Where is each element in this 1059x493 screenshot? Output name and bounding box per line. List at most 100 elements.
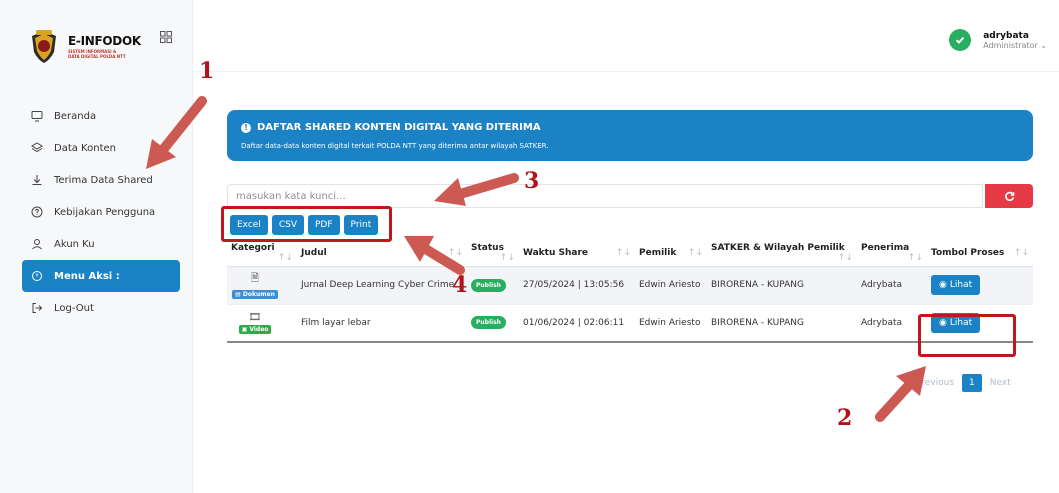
print-button[interactable]: Print — [343, 215, 379, 235]
eye-icon: ◉ — [939, 317, 947, 328]
sidebar-item-label: Kebijakan Pengguna — [54, 206, 156, 218]
cell-satker: BIRORENA - KUPANG — [707, 266, 857, 305]
category-badge: ▤ Dokumen — [232, 290, 278, 299]
column-label: Tombol Proses — [931, 247, 1005, 258]
sidebar-item-beranda[interactable]: Beranda — [22, 100, 180, 132]
column-label: Kategori — [231, 242, 275, 253]
info-icon: ! — [241, 122, 251, 133]
table-header-row: Kategori ↑↓ Judul ↑↓ Status ↑↓ Waktu Share ↑… — [227, 240, 1033, 267]
search-input[interactable] — [227, 184, 983, 208]
pagination-next[interactable]: Next — [982, 374, 1019, 392]
column-label: Penerima — [861, 242, 910, 253]
column-label: Judul — [301, 247, 327, 258]
sidebar-item-data-konten[interactable]: Data Konten — [22, 132, 180, 164]
col-status[interactable]: Status ↑↓ — [467, 240, 519, 267]
sidebar-item-log-out[interactable]: Log-Out — [22, 292, 180, 324]
verified-check-icon — [949, 29, 972, 51]
user-info: adrybata Administrator ⌄ — [983, 31, 1047, 50]
refresh-button[interactable] — [985, 184, 1033, 208]
sidebar-item-label: Beranda — [54, 110, 97, 122]
pagination-previous[interactable]: Previous — [908, 374, 962, 392]
sidebar-item-terima-data-shared[interactable]: Terima Data Shared — [22, 164, 180, 196]
col-kategori[interactable]: Kategori ↑↓ — [227, 240, 297, 267]
user-role: Administrator ⌄ — [983, 41, 1047, 50]
logout-icon — [30, 301, 44, 315]
download-icon — [30, 173, 44, 187]
user-role-label: Administrator — [983, 40, 1038, 50]
table-row: 🎞 ▣ Video Film layar lebar Publish 01/06… — [227, 304, 1033, 343]
category-badge: ▣ Video — [238, 324, 272, 334]
cell-judul: Jurnal Deep Learning Cyber Crime — [297, 266, 467, 305]
column-label: Waktu Share — [523, 247, 589, 258]
user-icon — [30, 237, 44, 251]
view-button-label: Lihat — [949, 280, 973, 290]
user-menu[interactable]: adrybata Administrator ⌄ — [949, 29, 1047, 51]
view-button[interactable]: ◉ Lihat — [931, 312, 981, 333]
app-root: E-INFODOK SISTEM INFORMASI & DATA DIGITA… — [0, 0, 1059, 493]
refresh-icon — [1004, 191, 1014, 201]
export-csv-button[interactable]: CSV — [271, 215, 304, 235]
film-icon: ▣ — [241, 325, 248, 333]
eye-icon: ◉ — [939, 280, 947, 290]
pagination-page[interactable]: 1 — [962, 374, 982, 392]
export-buttons: Excel CSV PDF Print — [230, 215, 379, 235]
pagination: Previous 1 Next — [908, 374, 1019, 392]
sidebar: E-INFODOK SISTEM INFORMASI & DATA DIGITA… — [0, 0, 193, 493]
sidebar-item-label: Data Konten — [54, 142, 116, 154]
category-label: Video — [249, 325, 269, 333]
sidebar-menu: Beranda Data Konten Terima Data Shared K… — [22, 100, 180, 324]
sidebar-item-kebijakan-pengguna[interactable]: Kebijakan Pengguna — [22, 196, 180, 228]
sort-icon: ↑↓ — [447, 247, 463, 258]
grid-menu-icon[interactable] — [160, 31, 172, 43]
cell-waktu-share: 27/05/2024 | 13:05:56 — [519, 266, 635, 305]
sort-icon: ↑↓ — [907, 252, 923, 263]
sidebar-item-label: Terima Data Shared — [54, 174, 153, 186]
sort-icon: ↑↓ — [837, 252, 853, 263]
col-penerima[interactable]: Penerima ↑↓ — [857, 240, 927, 267]
cell-penerima: Adrybata — [857, 266, 927, 305]
col-pemilik[interactable]: Pemilik ↑↓ — [635, 240, 707, 267]
export-pdf-button[interactable]: PDF — [308, 215, 340, 235]
cell-tombol-proses: ◉ Lihat — [927, 266, 1033, 305]
category-label: Dokumen — [242, 291, 275, 298]
cell-kategori: 🎞 ▣ Video — [227, 304, 297, 343]
sidebar-item-akun-ku[interactable]: Akun Ku — [22, 228, 180, 260]
annotation-number-3: 3 — [524, 168, 540, 194]
status-badge: Publish — [471, 278, 506, 292]
sidebar-item-label: Menu Aksi : — [54, 270, 120, 282]
film-icon: 🎞 — [248, 311, 262, 323]
category-cell: 🎞 ▣ Video — [231, 312, 279, 334]
cell-tombol-proses: ◉ Lihat — [927, 304, 1033, 343]
cell-status: Publish — [467, 266, 519, 305]
annotation-number-2: 2 — [837, 405, 853, 431]
brand-name: E-INFODOK — [68, 34, 141, 48]
status-badge: Publish — [471, 316, 506, 330]
cell-waktu-share: 01/06/2024 | 02:06:11 — [519, 304, 635, 343]
help-circle-icon — [30, 205, 44, 219]
sort-icon: ↑↓ — [615, 247, 631, 258]
cell-kategori: 🗎 ▤ Dokumen — [227, 266, 297, 305]
page-banner: ! DAFTAR SHARED KONTEN DIGITAL YANG DITE… — [227, 110, 1033, 161]
monitor-icon — [30, 109, 44, 123]
col-satker-wilayah[interactable]: SATKER & Wilayah Pemilik ↑↓ — [707, 240, 857, 267]
category-cell: 🗎 ▤ Dokumen — [231, 271, 279, 299]
col-tombol-proses[interactable]: Tombol Proses ↑↓ — [927, 240, 1033, 267]
sidebar-item-menu-aksi[interactable]: Menu Aksi : — [22, 260, 180, 292]
view-button-label: Lihat — [949, 317, 973, 328]
user-name: adrybata — [983, 30, 1029, 41]
annotation-arrow-2 — [875, 366, 926, 422]
column-label: SATKER & Wilayah Pemilik — [711, 242, 845, 253]
cell-pemilik: Edwin Ariesto — [635, 304, 707, 343]
banner-description: Daftar data-data konten digital terkait … — [241, 142, 549, 150]
sort-icon: ↑↓ — [277, 252, 293, 263]
col-judul[interactable]: Judul ↑↓ — [297, 240, 467, 267]
document-icon: ▤ — [235, 291, 241, 298]
layers-icon — [30, 141, 44, 155]
col-waktu-share[interactable]: Waktu Share ↑↓ — [519, 240, 635, 267]
export-excel-button[interactable]: Excel — [230, 215, 268, 235]
sort-icon: ↑↓ — [1013, 247, 1029, 258]
topbar: adrybata Administrator ⌄ — [193, 0, 1059, 72]
view-button[interactable]: ◉ Lihat — [931, 275, 981, 295]
cell-status: Publish — [467, 304, 519, 343]
cell-satker: BIRORENA - KUPANG — [707, 304, 857, 343]
